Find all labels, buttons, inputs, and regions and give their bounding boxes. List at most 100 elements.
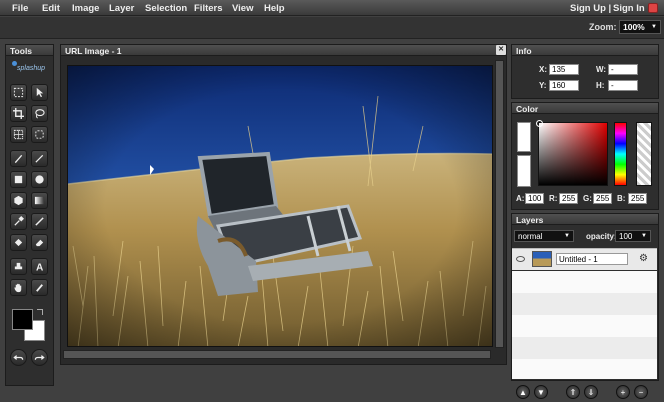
brand-text: splashup <box>17 65 46 72</box>
line-tool-button[interactable] <box>31 213 48 230</box>
lasso-tool-button[interactable] <box>31 105 48 122</box>
svg-text:A: A <box>36 263 44 272</box>
menu-image[interactable]: Image <box>72 3 99 14</box>
layer-name-field[interactable]: Untitled - 1 <box>556 253 628 265</box>
green-field[interactable]: 255 <box>593 193 612 204</box>
h-field[interactable]: - <box>608 80 638 91</box>
menu-file[interactable]: File <box>12 3 28 14</box>
previous-color-swatch[interactable] <box>517 155 531 187</box>
red-field[interactable]: 255 <box>559 193 578 204</box>
splashup-logo: splashup <box>12 61 52 73</box>
brush-icon <box>14 154 23 164</box>
chevron-down-icon: ▼ <box>641 233 647 239</box>
marquee-tool-button[interactable] <box>10 84 27 101</box>
chevron-down-icon: ▼ <box>651 24 657 30</box>
tools-title: Tools <box>6 45 53 56</box>
y-field[interactable]: 160 <box>549 80 579 91</box>
canvas-image[interactable] <box>67 65 493 347</box>
add-layer-button[interactable]: + <box>616 385 630 399</box>
app-window: { "menu": {"file":"File","edit":"Edit","… <box>0 0 664 402</box>
polygon-tool-button[interactable] <box>10 192 27 209</box>
hand-tool-button[interactable] <box>10 279 27 296</box>
paint-bucket-icon <box>14 238 23 247</box>
swap-colors-icon[interactable] <box>37 309 43 315</box>
brush-tool-button[interactable] <box>10 150 27 167</box>
crop-icon <box>13 108 24 119</box>
alpha-label: A: <box>516 194 525 203</box>
color-picker-field[interactable] <box>538 122 608 186</box>
eraser-tool-button[interactable] <box>31 234 48 251</box>
x-label: X: <box>539 65 547 74</box>
menu-filters[interactable]: Filters <box>194 3 223 14</box>
arrow-cursor-icon <box>150 165 154 175</box>
smudge-tool-button[interactable] <box>31 279 48 296</box>
move-layer-down-button[interactable]: ▼ <box>534 385 548 399</box>
plus-icon: + <box>620 387 626 397</box>
sign-in-link[interactable]: Sign In <box>613 3 645 14</box>
eyedropper-tool-button[interactable] <box>10 213 27 230</box>
stamp-icon <box>14 262 23 270</box>
horizontal-scrollbar[interactable] <box>63 350 491 359</box>
zoom-value: 100% <box>623 22 645 32</box>
opacity-value: 100 <box>619 232 633 241</box>
foreground-color-swatch[interactable] <box>12 309 33 330</box>
zoom-label: Zoom: <box>589 22 617 32</box>
clone-tool-button[interactable] <box>10 258 27 275</box>
user-icon[interactable] <box>648 3 658 13</box>
vertical-scrollbar[interactable] <box>495 60 504 348</box>
x-field[interactable]: 135 <box>549 64 579 75</box>
merge-down-button[interactable]: ⇓ <box>584 385 598 399</box>
text-tool-button[interactable]: A <box>31 258 48 275</box>
menu-edit[interactable]: Edit <box>42 3 60 14</box>
arrow-cursor-icon <box>36 87 44 98</box>
hue-slider[interactable] <box>614 122 627 186</box>
rectangle-tool-button[interactable] <box>10 171 27 188</box>
ellipse-tool-button[interactable] <box>31 171 48 188</box>
fill-tool-button[interactable] <box>10 234 27 251</box>
menu-bar: File Edit Image Layer Selection Filters … <box>0 0 664 16</box>
select-tool-button[interactable] <box>10 126 27 143</box>
move-layer-up-button[interactable]: ▲ <box>516 385 530 399</box>
merge-up-icon: ⇑ <box>569 387 577 397</box>
opacity-select[interactable]: 100 ▼ <box>615 230 651 242</box>
empty-layer-row <box>512 337 657 359</box>
empty-layer-row <box>512 271 657 293</box>
empty-layer-row <box>512 359 657 379</box>
red-label: R: <box>549 194 558 203</box>
undo-button[interactable] <box>10 349 27 366</box>
chevron-down-icon: ▼ <box>564 233 570 239</box>
zoom-select[interactable]: 100% ▼ <box>619 20 661 34</box>
w-field[interactable]: - <box>608 64 638 75</box>
eye-visibility-icon[interactable] <box>516 256 525 262</box>
menu-help[interactable]: Help <box>264 3 285 14</box>
h-label: H: <box>596 81 605 90</box>
menu-view[interactable]: View <box>232 3 253 14</box>
opacity-label: opacity: <box>586 232 617 241</box>
sign-up-link[interactable]: Sign Up | <box>570 3 611 14</box>
move-tool-button[interactable] <box>31 84 48 101</box>
layer-settings-icon[interactable]: ⚙ <box>639 253 651 265</box>
hexagon-icon <box>14 195 23 206</box>
text-a-icon: A <box>36 263 44 272</box>
menu-layer[interactable]: Layer <box>109 3 134 14</box>
blue-field[interactable]: 255 <box>628 193 647 204</box>
green-label: G: <box>583 194 592 203</box>
menu-selection[interactable]: Selection <box>145 3 187 14</box>
close-document-button[interactable]: ✕ <box>496 45 506 55</box>
magic-select-tool-button[interactable] <box>31 126 48 143</box>
redo-button[interactable] <box>31 349 48 366</box>
current-color-swatch[interactable] <box>517 122 531 152</box>
alpha-field[interactable]: 100 <box>525 193 544 204</box>
blend-mode-select[interactable]: normal ▼ <box>514 230 574 242</box>
alpha-slider[interactable] <box>636 122 652 186</box>
info-title: Info <box>512 45 658 56</box>
empty-layer-row <box>512 315 657 337</box>
crop-tool-button[interactable] <box>10 105 27 122</box>
merge-up-button[interactable]: ⇑ <box>566 385 580 399</box>
gradient-tool-button[interactable] <box>31 192 48 209</box>
pencil-icon <box>35 154 44 163</box>
delete-layer-button[interactable]: − <box>634 385 648 399</box>
pencil-tool-button[interactable] <box>31 150 48 167</box>
layer-row[interactable]: Untitled - 1 ⚙ <box>512 248 657 270</box>
color-picker-handle-icon <box>536 120 543 127</box>
